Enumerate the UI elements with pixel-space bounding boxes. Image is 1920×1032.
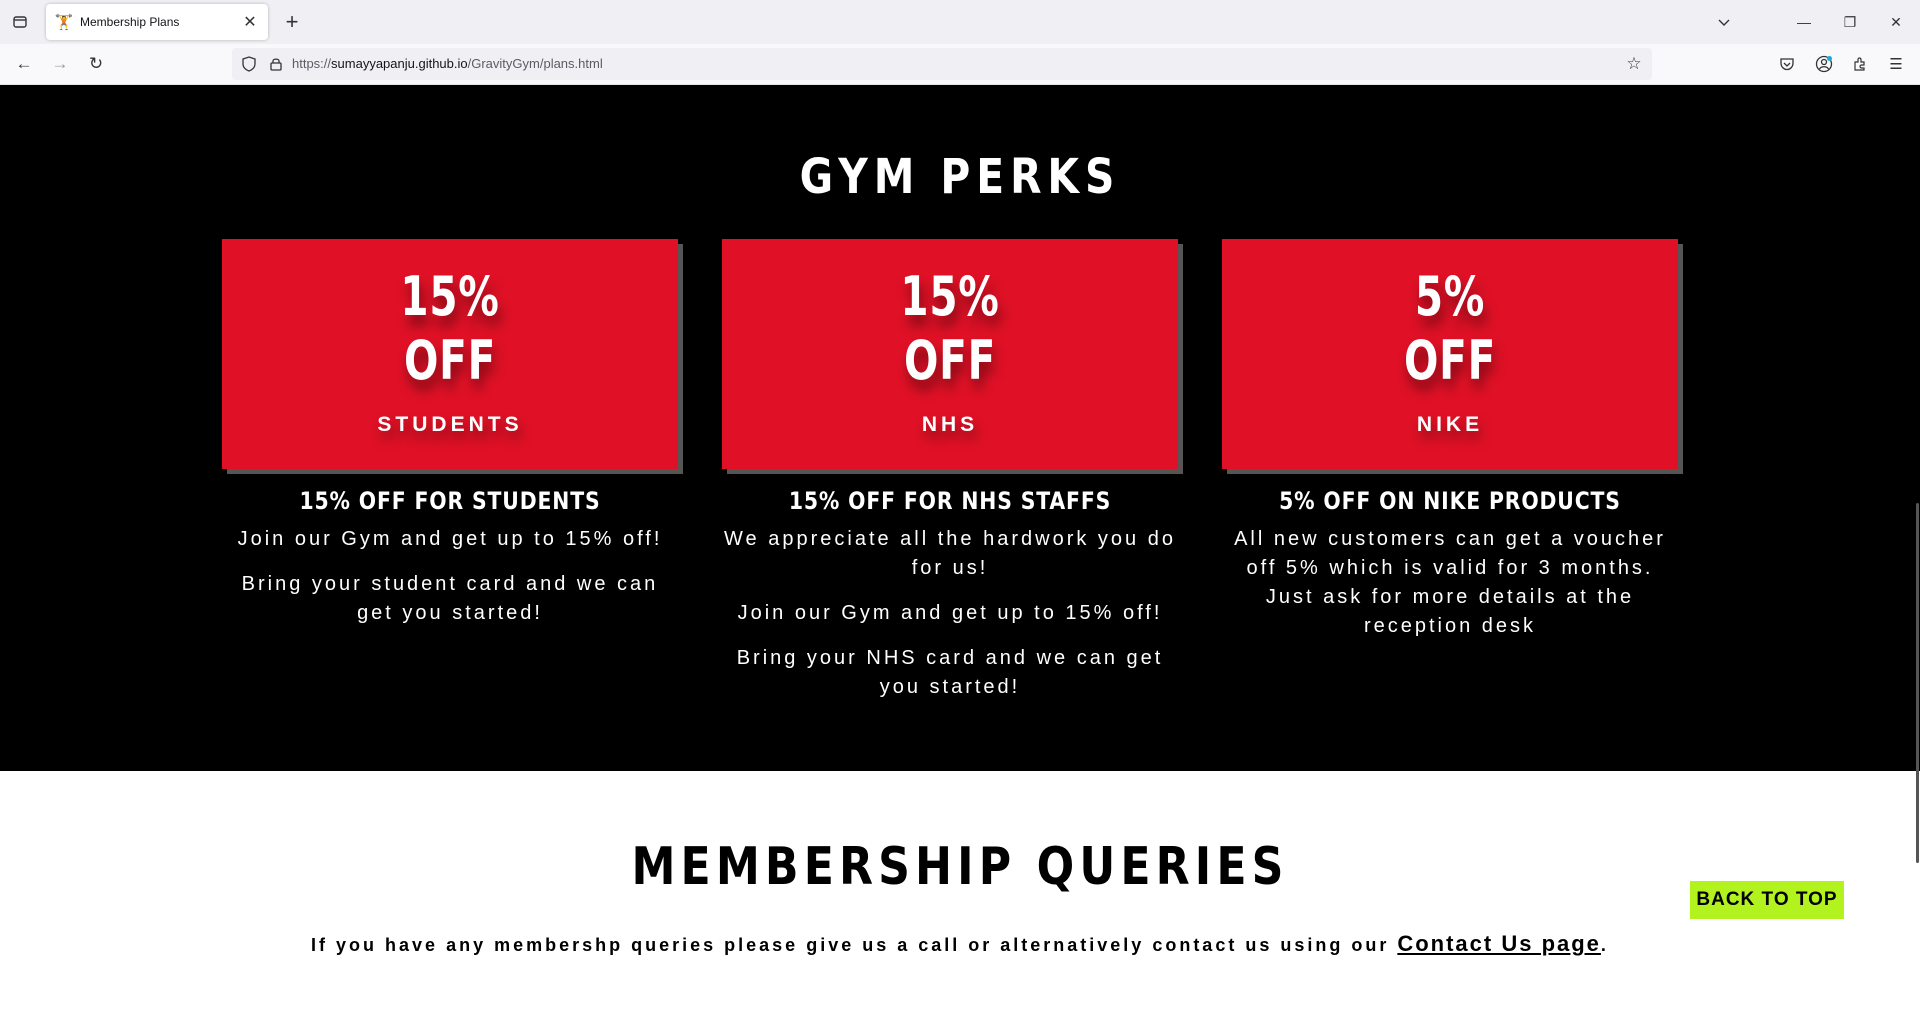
- close-window-icon[interactable]: ✕: [1882, 8, 1910, 36]
- queries-end: .: [1600, 935, 1609, 955]
- extensions-icon[interactable]: [1848, 52, 1872, 76]
- perk-paragraph: Join our Gym and get up to 15% off!: [237, 528, 663, 550]
- minimize-icon[interactable]: —: [1790, 8, 1818, 36]
- tab-title: Membership Plans: [80, 15, 180, 29]
- perk-card-banner: 5% OFF NIKE: [1222, 239, 1678, 469]
- perk-card-banner: 15% OFF NHS: [722, 239, 1178, 469]
- perk-title: 15% OFF FOR NHS STAFFS: [788, 487, 1112, 515]
- close-tab-icon[interactable]: ✕: [240, 12, 260, 32]
- queries-body: If you have any membershp queries please…: [311, 935, 1398, 955]
- address-bar[interactable]: https://sumayyapanju.github.io/GravityGy…: [232, 48, 1652, 80]
- perk-card-banner: 15% OFF STUDENTS: [222, 239, 678, 469]
- perk-audience: NHS: [921, 413, 979, 436]
- page-scrollbar[interactable]: [1914, 85, 1920, 1032]
- perk-title: 15% OFF FOR STUDENTS: [299, 487, 601, 515]
- perk-card-nhs: 15% OFF NHS 15% OFF FOR NHS STAFFS We ap…: [700, 239, 1200, 718]
- active-tab[interactable]: 🏋 Membership Plans ✕: [46, 4, 268, 40]
- gym-perks-heading: GYM PERKS: [799, 149, 1121, 205]
- url-text: https://sumayyapanju.github.io/GravityGy…: [292, 56, 603, 71]
- perk-off: OFF: [1403, 329, 1497, 392]
- perk-paragraph: Bring your NHS card and we can get you s…: [736, 647, 1164, 698]
- perk-description: We appreciate all the hardwork you do fo…: [720, 525, 1180, 702]
- scrollbar-thumb[interactable]: [1916, 503, 1919, 863]
- perk-audience: NIKE: [1416, 413, 1484, 436]
- reload-icon[interactable]: ↻: [84, 52, 108, 76]
- lock-icon[interactable]: [268, 56, 284, 72]
- gym-perks-section: GYM PERKS 15% OFF STUDENTS 15% OFF FOR S…: [0, 85, 1920, 771]
- perk-percent: 5%: [1414, 265, 1486, 328]
- gym-favicon-icon: 🏋: [54, 14, 74, 31]
- perk-paragraph: We appreciate all the hardwork you do fo…: [724, 528, 1176, 579]
- perk-paragraph: Bring your student card and we can get y…: [241, 573, 659, 624]
- perk-percent: 15%: [900, 265, 1000, 328]
- back-to-top-button[interactable]: BACK TO TOP: [1690, 881, 1844, 919]
- list-all-tabs-icon[interactable]: [8, 10, 32, 34]
- chevron-down-icon[interactable]: [1710, 8, 1738, 36]
- restore-icon[interactable]: ❐: [1836, 8, 1864, 36]
- perk-off: OFF: [903, 329, 997, 392]
- perk-audience: STUDENTS: [377, 413, 523, 436]
- bookmark-star-icon[interactable]: ☆: [1624, 54, 1644, 74]
- membership-queries-text: If you have any membershp queries please…: [0, 931, 1920, 957]
- new-tab-icon[interactable]: +: [280, 9, 304, 34]
- menu-icon[interactable]: ☰: [1884, 52, 1908, 76]
- perk-off: OFF: [403, 329, 497, 392]
- forward-arrow-icon[interactable]: →: [48, 52, 72, 76]
- browser-nav-bar: ← → ↻ https://sumayyapanju.github.io/Gra…: [0, 44, 1920, 85]
- page-content: GYM PERKS 15% OFF STUDENTS 15% OFF FOR S…: [0, 85, 1920, 1032]
- tracking-shield-icon[interactable]: [241, 56, 257, 72]
- browser-tab-bar: 🏋 Membership Plans ✕ + — ❐ ✕: [0, 0, 1920, 44]
- perk-paragraph: All new customers can get a voucher off …: [1234, 528, 1666, 637]
- perk-card-students: 15% OFF STUDENTS 15% OFF FOR STUDENTS Jo…: [200, 239, 700, 644]
- perk-description: Join our Gym and get up to 15% off! Brin…: [220, 525, 680, 628]
- perk-card-nike: 5% OFF NIKE 5% OFF ON NIKE PRODUCTS All …: [1200, 239, 1700, 657]
- pocket-icon[interactable]: [1775, 52, 1799, 76]
- contact-us-link[interactable]: Contact Us page: [1397, 931, 1601, 956]
- perk-paragraph: Join our Gym and get up to 15% off!: [737, 602, 1163, 624]
- perk-description: All new customers can get a voucher off …: [1220, 525, 1680, 641]
- membership-queries-heading: MEMBERSHIP QUERIES: [631, 837, 1289, 897]
- account-icon[interactable]: [1812, 52, 1836, 76]
- perk-title: 5% OFF ON NIKE PRODUCTS: [1279, 487, 1621, 515]
- perk-percent: 15%: [400, 265, 500, 328]
- back-arrow-icon[interactable]: ←: [12, 52, 36, 76]
